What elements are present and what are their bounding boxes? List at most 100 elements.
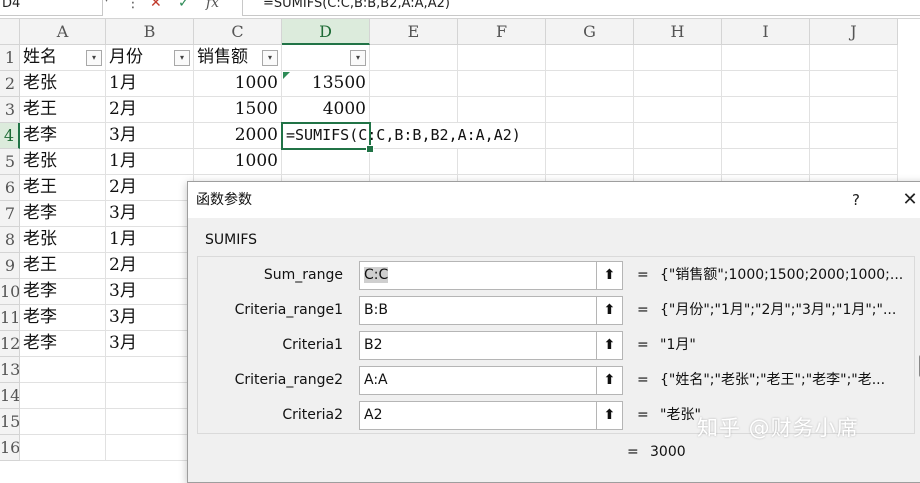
grid-cell[interactable]: [546, 45, 634, 71]
row-header-5[interactable]: 5: [0, 149, 20, 175]
grid-cell[interactable]: [106, 383, 194, 409]
grid-cell[interactable]: [546, 123, 634, 149]
table-cell[interactable]: 老王: [20, 253, 106, 279]
grid-cell[interactable]: [106, 435, 194, 461]
grid-cell[interactable]: [810, 97, 898, 123]
grid-cell[interactable]: [810, 45, 898, 71]
grid-cell[interactable]: [282, 149, 370, 175]
table-cell[interactable]: 老李: [20, 305, 106, 331]
collapse-dialog-icon[interactable]: ⬆: [596, 262, 622, 289]
help-icon[interactable]: ?: [846, 182, 866, 218]
grid-cell[interactable]: [634, 123, 722, 149]
grid-cell[interactable]: [20, 409, 106, 435]
row-header-3[interactable]: 3: [0, 97, 20, 123]
table-cell[interactable]: 1000: [194, 71, 282, 97]
filter-dropdown-icon[interactable]: ▾: [350, 50, 366, 66]
column-header-f[interactable]: F: [458, 19, 546, 45]
grid-cell[interactable]: [106, 357, 194, 383]
table-cell[interactable]: 老李: [20, 279, 106, 305]
grid-cell[interactable]: [634, 97, 722, 123]
close-icon[interactable]: ✕: [898, 182, 920, 218]
table-cell[interactable]: 2月: [106, 253, 194, 279]
argument-input[interactable]: C:C ⬆: [359, 261, 623, 290]
table-cell[interactable]: 3月: [106, 305, 194, 331]
table-cell[interactable]: 1500: [194, 97, 282, 123]
row-header-11[interactable]: 11: [0, 305, 20, 331]
grid-cell[interactable]: [634, 45, 722, 71]
table-cell[interactable]: 4000: [282, 97, 370, 123]
grid-cell[interactable]: [458, 149, 546, 175]
column-header-a[interactable]: A: [20, 19, 106, 45]
grid-cell[interactable]: [810, 123, 898, 149]
table-cell[interactable]: 老李: [20, 201, 106, 227]
row-header-6[interactable]: 6: [0, 175, 20, 201]
grid-cell[interactable]: [370, 149, 458, 175]
name-box[interactable]: D4: [0, 0, 103, 16]
grid-cell[interactable]: [458, 71, 546, 97]
table-cell[interactable]: 2月: [106, 175, 194, 201]
table-cell[interactable]: 老张: [20, 149, 106, 175]
row-header-2[interactable]: 2: [0, 71, 20, 97]
row-header-16[interactable]: 16: [0, 435, 20, 461]
row-header-13[interactable]: 13: [0, 357, 20, 383]
column-header-b[interactable]: B: [106, 19, 194, 45]
grid-cell[interactable]: [370, 45, 458, 71]
grid-cell[interactable]: [20, 357, 106, 383]
fill-handle[interactable]: [366, 145, 374, 153]
grid-cell[interactable]: [722, 45, 810, 71]
table-cell[interactable]: 2月: [106, 97, 194, 123]
column-header-g[interactable]: G: [546, 19, 634, 45]
table-cell[interactable]: 老王: [20, 97, 106, 123]
cancel-icon[interactable]: ✕: [150, 0, 162, 13]
grid-cell[interactable]: [722, 97, 810, 123]
table-cell[interactable]: 1月: [106, 71, 194, 97]
table-cell[interactable]: 老张: [20, 227, 106, 253]
table-cell[interactable]: 13500: [282, 71, 370, 97]
column-header-d[interactable]: D: [282, 19, 370, 45]
grid-cell[interactable]: [546, 71, 634, 97]
collapse-dialog-icon[interactable]: ⬆: [596, 332, 622, 359]
argument-input[interactable]: A2 ⬆: [359, 401, 623, 430]
table-cell[interactable]: 1000: [194, 149, 282, 175]
enter-icon[interactable]: ✓: [178, 0, 190, 13]
insert-function-icon[interactable]: fx: [206, 0, 219, 13]
table-cell[interactable]: 3月: [106, 201, 194, 227]
table-cell[interactable]: 3月: [106, 123, 194, 149]
row-header-15[interactable]: 15: [0, 409, 20, 435]
name-box-dropdown-icon[interactable]: ▾: [104, 0, 109, 5]
filter-dropdown-icon[interactable]: ▾: [86, 50, 102, 66]
argument-input[interactable]: A:A ⬆: [359, 366, 623, 395]
grid-cell[interactable]: [458, 97, 546, 123]
error-indicator-icon[interactable]: [283, 72, 290, 79]
dialog-titlebar[interactable]: 函数参数 ? ✕: [188, 182, 920, 218]
column-header-c[interactable]: C: [194, 19, 282, 45]
collapse-dialog-icon[interactable]: ⬆: [596, 297, 622, 324]
column-header-j[interactable]: J: [810, 19, 898, 45]
table-cell[interactable]: 3月: [106, 279, 194, 305]
table-cell[interactable]: 老王: [20, 175, 106, 201]
grid-cell[interactable]: [370, 71, 458, 97]
row-header-1[interactable]: 1: [0, 45, 20, 71]
table-cell[interactable]: 2000: [194, 123, 282, 149]
grid-cell[interactable]: [458, 45, 546, 71]
table-cell[interactable]: 1月: [106, 227, 194, 253]
column-header-h[interactable]: H: [634, 19, 722, 45]
grid-cell[interactable]: [634, 149, 722, 175]
grid-cell[interactable]: [106, 409, 194, 435]
grid-cell[interactable]: [810, 149, 898, 175]
grid-cell[interactable]: [546, 149, 634, 175]
column-header-e[interactable]: E: [370, 19, 458, 45]
grid-cell[interactable]: [20, 383, 106, 409]
row-header-4[interactable]: 4: [0, 123, 20, 149]
argument-input[interactable]: B:B ⬆: [359, 296, 623, 325]
grid-cell[interactable]: [370, 97, 458, 123]
row-header-8[interactable]: 8: [0, 227, 20, 253]
row-header-10[interactable]: 10: [0, 279, 20, 305]
select-all-corner[interactable]: [0, 19, 20, 45]
table-cell[interactable]: 老张: [20, 71, 106, 97]
row-header-14[interactable]: 14: [0, 383, 20, 409]
argument-input[interactable]: B2 ⬆: [359, 331, 623, 360]
filter-dropdown-icon[interactable]: ▾: [174, 50, 190, 66]
row-header-9[interactable]: 9: [0, 253, 20, 279]
grid-cell[interactable]: [722, 149, 810, 175]
